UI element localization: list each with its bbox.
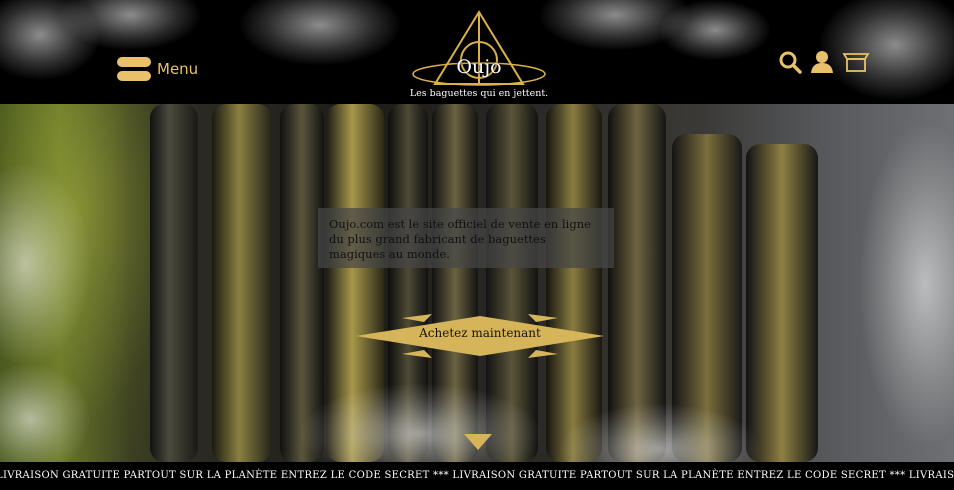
wand-image	[280, 104, 324, 462]
smoke-decoration	[0, 0, 100, 80]
hamburger-icon	[117, 57, 151, 81]
wand-image	[388, 104, 428, 462]
smoke-decoration	[860, 124, 954, 444]
wand-image	[672, 134, 742, 462]
search-icon[interactable]	[778, 50, 802, 74]
wand-image	[546, 104, 602, 462]
wand-image	[150, 104, 198, 462]
header-actions	[778, 50, 870, 74]
user-icon[interactable]	[810, 50, 834, 74]
wand-image	[432, 104, 478, 462]
wand-image	[746, 144, 818, 462]
smoke-decoration	[60, 0, 200, 50]
ticker-text: LIVRAISON GRATUITE PARTOUT SUR LA PLANÈT…	[0, 470, 954, 481]
smoke-decoration	[240, 0, 400, 65]
buy-now-label: Achetez maintenant	[419, 326, 541, 340]
wand-image	[326, 104, 384, 462]
wand-image	[608, 104, 666, 462]
logo-tagline: Les baguettes qui en jettent.	[409, 88, 549, 99]
promo-ticker: LIVRAISON GRATUITE PARTOUT SUR LA PLANÈT…	[0, 462, 954, 490]
smoke-decoration	[660, 0, 770, 60]
cart-icon[interactable]	[842, 50, 870, 74]
logo[interactable]: Oujo Les baguettes qui en jettent.	[410, 8, 548, 104]
wand-image	[486, 104, 538, 462]
intro-text: Oujo.com est le site officiel de vente e…	[329, 217, 591, 261]
wand-image	[212, 104, 272, 462]
buy-now-button[interactable]: Achetez maintenant	[352, 308, 608, 364]
menu-label: Menu	[157, 60, 199, 78]
logo-name: Oujo	[456, 56, 502, 78]
chevron-down-icon[interactable]	[464, 432, 492, 452]
site-header: Menu Oujo Les baguettes qui en jettent.	[0, 0, 954, 104]
smoke-decoration	[540, 0, 690, 50]
menu-button[interactable]: Menu	[117, 56, 198, 82]
hero-banner	[0, 104, 954, 462]
